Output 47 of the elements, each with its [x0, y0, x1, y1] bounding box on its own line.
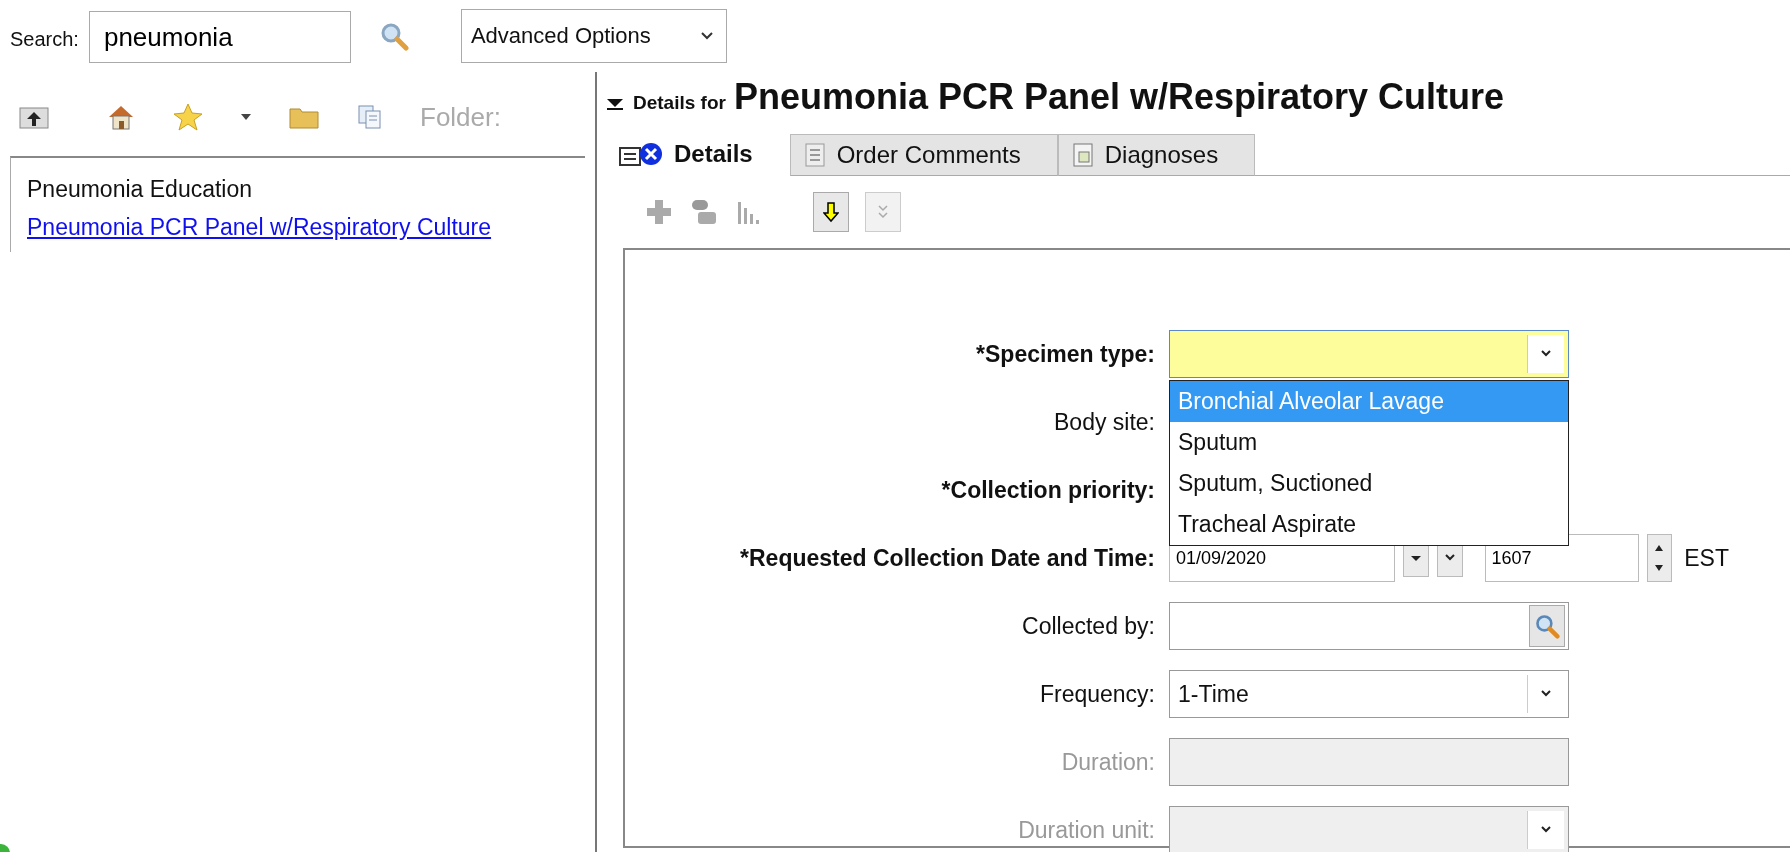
- caret-icon[interactable]: [240, 113, 252, 121]
- copy-icon[interactable]: [356, 103, 384, 131]
- spinner-arrows-icon: [1654, 545, 1665, 571]
- star-icon[interactable]: [172, 102, 204, 132]
- folder-item[interactable]: Pneumonia Education: [27, 170, 569, 208]
- field-label: *Requested Collection Date and Time:: [739, 544, 1155, 572]
- time-zone: EST: [1684, 544, 1729, 572]
- time-spinner[interactable]: [1646, 534, 1673, 582]
- search-label: Search:: [10, 27, 79, 51]
- document-icon: [802, 142, 827, 168]
- expand-button[interactable]: [865, 192, 901, 232]
- field-label: Duration unit:: [1017, 816, 1155, 844]
- dropdown-field[interactable]: 1-Time: [1169, 670, 1569, 718]
- chevron-icon: [699, 31, 714, 41]
- tab[interactable]: Diagnoses: [1057, 134, 1256, 176]
- chevron-icon: [1443, 554, 1456, 562]
- double-chevron-icon: [876, 203, 890, 221]
- field-label: Body site:: [1053, 408, 1155, 436]
- document-icon: [1070, 142, 1095, 168]
- lookup-field[interactable]: [1169, 602, 1569, 650]
- down-arrow-icon: [823, 201, 839, 223]
- details-title: Pneumonia PCR Panel w/Respiratory Culture: [733, 76, 1505, 118]
- dropdown-option[interactable]: Sputum, Suctioned: [1170, 463, 1568, 504]
- field-label: *Specimen type:: [975, 340, 1155, 368]
- pill-icon[interactable]: [689, 197, 719, 227]
- folder-item-link[interactable]: Pneumonia PCR Panel w/Respiratory Culture: [27, 208, 569, 246]
- field-label: *Collection priority:: [940, 476, 1155, 504]
- chevron-icon: [1540, 690, 1552, 698]
- chevron-icon: [1540, 350, 1552, 358]
- form-error-icon: [618, 141, 664, 167]
- chevron-icon: [1540, 826, 1552, 834]
- down-arrow-button[interactable]: [813, 192, 849, 232]
- tab[interactable]: Order Comments: [789, 134, 1058, 176]
- field-label: Collected by:: [1021, 612, 1155, 640]
- search-field[interactable]: pneumonia: [88, 11, 351, 63]
- folder-up-icon[interactable]: [18, 104, 50, 130]
- folder-label: Folder:: [420, 101, 501, 133]
- advanced-options-dropdown[interactable]: Advanced Options: [460, 9, 727, 63]
- spinner-arrows-icon: [1410, 555, 1421, 561]
- plus-icon[interactable]: [645, 198, 673, 226]
- search-icon: [1534, 613, 1560, 639]
- collapse-icon[interactable]: [605, 97, 625, 111]
- details-prefix: Details for: [633, 92, 726, 114]
- dropdown-option[interactable]: Sputum: [1170, 422, 1568, 463]
- field-label: Duration:: [1060, 748, 1155, 776]
- dropdown-field[interactable]: [1169, 330, 1569, 378]
- field-label: Frequency:: [1038, 680, 1155, 708]
